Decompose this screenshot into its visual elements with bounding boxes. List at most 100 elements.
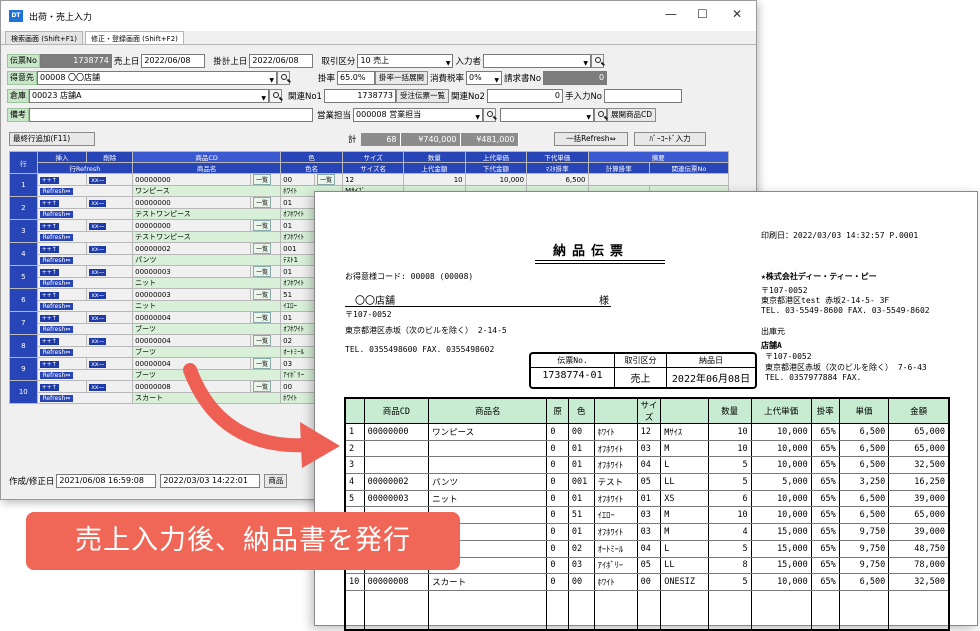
row-refresh-button[interactable]: Refresh⇔ xyxy=(36,185,134,197)
color-code-cell[interactable]: 01 xyxy=(280,311,316,324)
product-list-button[interactable]: 一覧 xyxy=(250,196,282,209)
color-code-cell[interactable]: 01 xyxy=(280,265,316,278)
product-code-cell[interactable]: 00000000 xyxy=(132,196,252,209)
entered-by-select[interactable]: ▼ xyxy=(482,54,591,68)
summary-cell[interactable] xyxy=(587,173,729,186)
row-refresh-button[interactable]: Refresh⇔ xyxy=(36,369,134,381)
row-refresh-button[interactable]: Refresh⇔ xyxy=(36,346,134,358)
color-code-cell[interactable]: 001 xyxy=(280,242,316,255)
delete-row-button[interactable]: xx— xyxy=(86,219,134,232)
doc-cell-product-cd xyxy=(363,456,429,475)
note-field[interactable] xyxy=(29,108,313,122)
insert-row-button[interactable]: ++↑ xyxy=(36,196,88,209)
product-list-button[interactable]: 一覧 xyxy=(250,311,282,324)
color-code-cell[interactable]: 01 xyxy=(280,219,316,232)
cost-price-cell[interactable]: 6,500 xyxy=(526,173,589,186)
add-row-button[interactable]: 最終行追加(F11) xyxy=(9,132,95,146)
search-icon[interactable] xyxy=(269,89,282,103)
product-code-cell[interactable]: 00000003 xyxy=(132,265,252,278)
warehouse-select[interactable]: 00023 店舗A ▼ xyxy=(29,89,269,103)
refresh-all-button[interactable]: 一括Refresh⇔ xyxy=(554,132,628,146)
row-refresh-button[interactable]: Refresh⇔ xyxy=(36,277,134,289)
slip-no-field[interactable]: 1738774 xyxy=(39,54,112,68)
retail-price-cell[interactable]: 10,000 xyxy=(464,173,528,186)
color-code-cell[interactable]: 02 xyxy=(280,334,316,347)
product-list-button[interactable]: 一覧 xyxy=(250,219,282,232)
delete-row-button[interactable]: xx— xyxy=(86,334,134,347)
doc-cell-amount: 65,000 xyxy=(888,423,949,441)
insert-row-button[interactable]: ++↑ xyxy=(36,380,88,393)
manual-no-field[interactable] xyxy=(604,89,682,103)
related1-field[interactable]: 1738773 xyxy=(323,89,396,103)
row-refresh-button[interactable]: Refresh⇔ xyxy=(36,208,134,220)
tab-edit[interactable]: 修正・登録画面 (Shift+F2) xyxy=(84,31,184,44)
invoice-field[interactable]: 0 xyxy=(543,71,608,85)
row-refresh-button[interactable]: Refresh⇔ xyxy=(36,231,134,243)
doc-cell-size: 04 xyxy=(636,540,661,558)
insert-row-button[interactable]: ++↑ xyxy=(36,334,88,347)
delete-row-button[interactable]: xx— xyxy=(86,357,134,370)
tab-search[interactable]: 検索画面 (Shift+F1) xyxy=(5,31,83,44)
delete-row-button[interactable]: xx— xyxy=(86,242,134,255)
product-list-button[interactable]: 一覧 xyxy=(250,265,282,278)
barcode-input-button[interactable]: ﾊﾞｰｺｰﾄﾞ入力 xyxy=(634,132,706,146)
charge-date-field[interactable]: 2022/06/08 xyxy=(249,54,314,68)
product-code-cell[interactable]: 00000004 xyxy=(132,311,252,324)
search-icon[interactable] xyxy=(483,108,497,122)
order-list-button[interactable]: 受注伝票一覧 xyxy=(395,89,449,103)
trade-type-head: 取引区分 xyxy=(615,354,666,368)
expand-product-button[interactable]: 展開商品CD xyxy=(607,108,657,122)
delete-row-button[interactable]: xx— xyxy=(86,288,134,301)
sales-date-field[interactable]: 2022/06/08 xyxy=(141,54,206,68)
delete-row-button[interactable]: xx— xyxy=(86,196,134,209)
insert-row-button[interactable]: ++↑ xyxy=(36,173,88,186)
maximize-button[interactable]: ☐ xyxy=(697,7,708,21)
color-list-button[interactable]: 一覧 xyxy=(314,173,344,186)
insert-row-button[interactable]: ++↑ xyxy=(36,265,88,278)
size-code-cell[interactable]: 12 xyxy=(342,173,405,186)
delete-row-label: xx— xyxy=(89,337,107,345)
qty-cell[interactable]: 10 xyxy=(403,173,466,186)
customer-select[interactable]: 00008 〇〇店舗 ▼ xyxy=(37,71,277,85)
product-code-cell[interactable]: 00000002 xyxy=(132,242,252,255)
close-button[interactable]: ✕ xyxy=(732,7,742,21)
color-code-cell[interactable]: 00 xyxy=(280,173,316,186)
minimize-button[interactable]: — xyxy=(665,7,677,21)
product-list-button[interactable]: 一覧 xyxy=(250,242,282,255)
rate-expand-button[interactable]: 掛率一括展開 xyxy=(375,71,429,85)
row-refresh-button[interactable]: Refresh⇔ xyxy=(36,392,134,404)
rate-field[interactable]: 65.0% xyxy=(337,71,376,85)
insert-row-button[interactable]: ++↑ xyxy=(36,242,88,255)
doc-cell-qty: 5 xyxy=(707,456,752,475)
search-icon[interactable] xyxy=(277,71,290,85)
search-icon[interactable] xyxy=(590,54,604,68)
sales-staff-select[interactable]: 000008 営業担当 ▼ xyxy=(353,108,484,122)
chevron-down-icon: ▼ xyxy=(261,95,266,102)
color-code-cell[interactable]: 01 xyxy=(280,196,316,209)
related2-field[interactable]: 0 xyxy=(486,89,563,103)
row-refresh-button[interactable]: Refresh⇔ xyxy=(36,254,134,266)
insert-row-button[interactable]: ++↑ xyxy=(36,311,88,324)
tax-select[interactable]: 0% ▼ xyxy=(466,71,503,85)
insert-row-button[interactable]: ++↑ xyxy=(36,219,88,232)
product-code-cell[interactable]: 00000003 xyxy=(132,288,252,301)
flow-arrow-icon xyxy=(183,363,340,468)
product-code-cell[interactable]: 00000000 xyxy=(132,219,252,232)
insert-row-button[interactable]: ++↑ xyxy=(36,288,88,301)
product-list-button[interactable]: 一覧 xyxy=(250,288,282,301)
product-list-button[interactable]: 一覧 xyxy=(250,173,282,186)
color-code-cell[interactable]: 51 xyxy=(280,288,316,301)
insert-row-button[interactable]: ++↑ xyxy=(36,357,88,370)
extra-select[interactable]: ▼ xyxy=(500,108,595,122)
delete-row-button[interactable]: xx— xyxy=(86,380,134,393)
row-refresh-button[interactable]: Refresh⇔ xyxy=(36,323,134,335)
product-list-button[interactable]: 一覧 xyxy=(250,334,282,347)
delete-row-button[interactable]: xx— xyxy=(86,265,134,278)
product-code-cell[interactable]: 00000000 xyxy=(132,173,252,186)
search-icon[interactable] xyxy=(594,108,608,122)
product-code-cell[interactable]: 00000004 xyxy=(132,334,252,347)
row-refresh-button[interactable]: Refresh⇔ xyxy=(36,300,134,312)
delete-row-button[interactable]: xx— xyxy=(86,311,134,324)
delete-row-button[interactable]: xx— xyxy=(86,173,134,186)
trade-type-select[interactable]: 10 売上 ▼ xyxy=(357,54,454,68)
